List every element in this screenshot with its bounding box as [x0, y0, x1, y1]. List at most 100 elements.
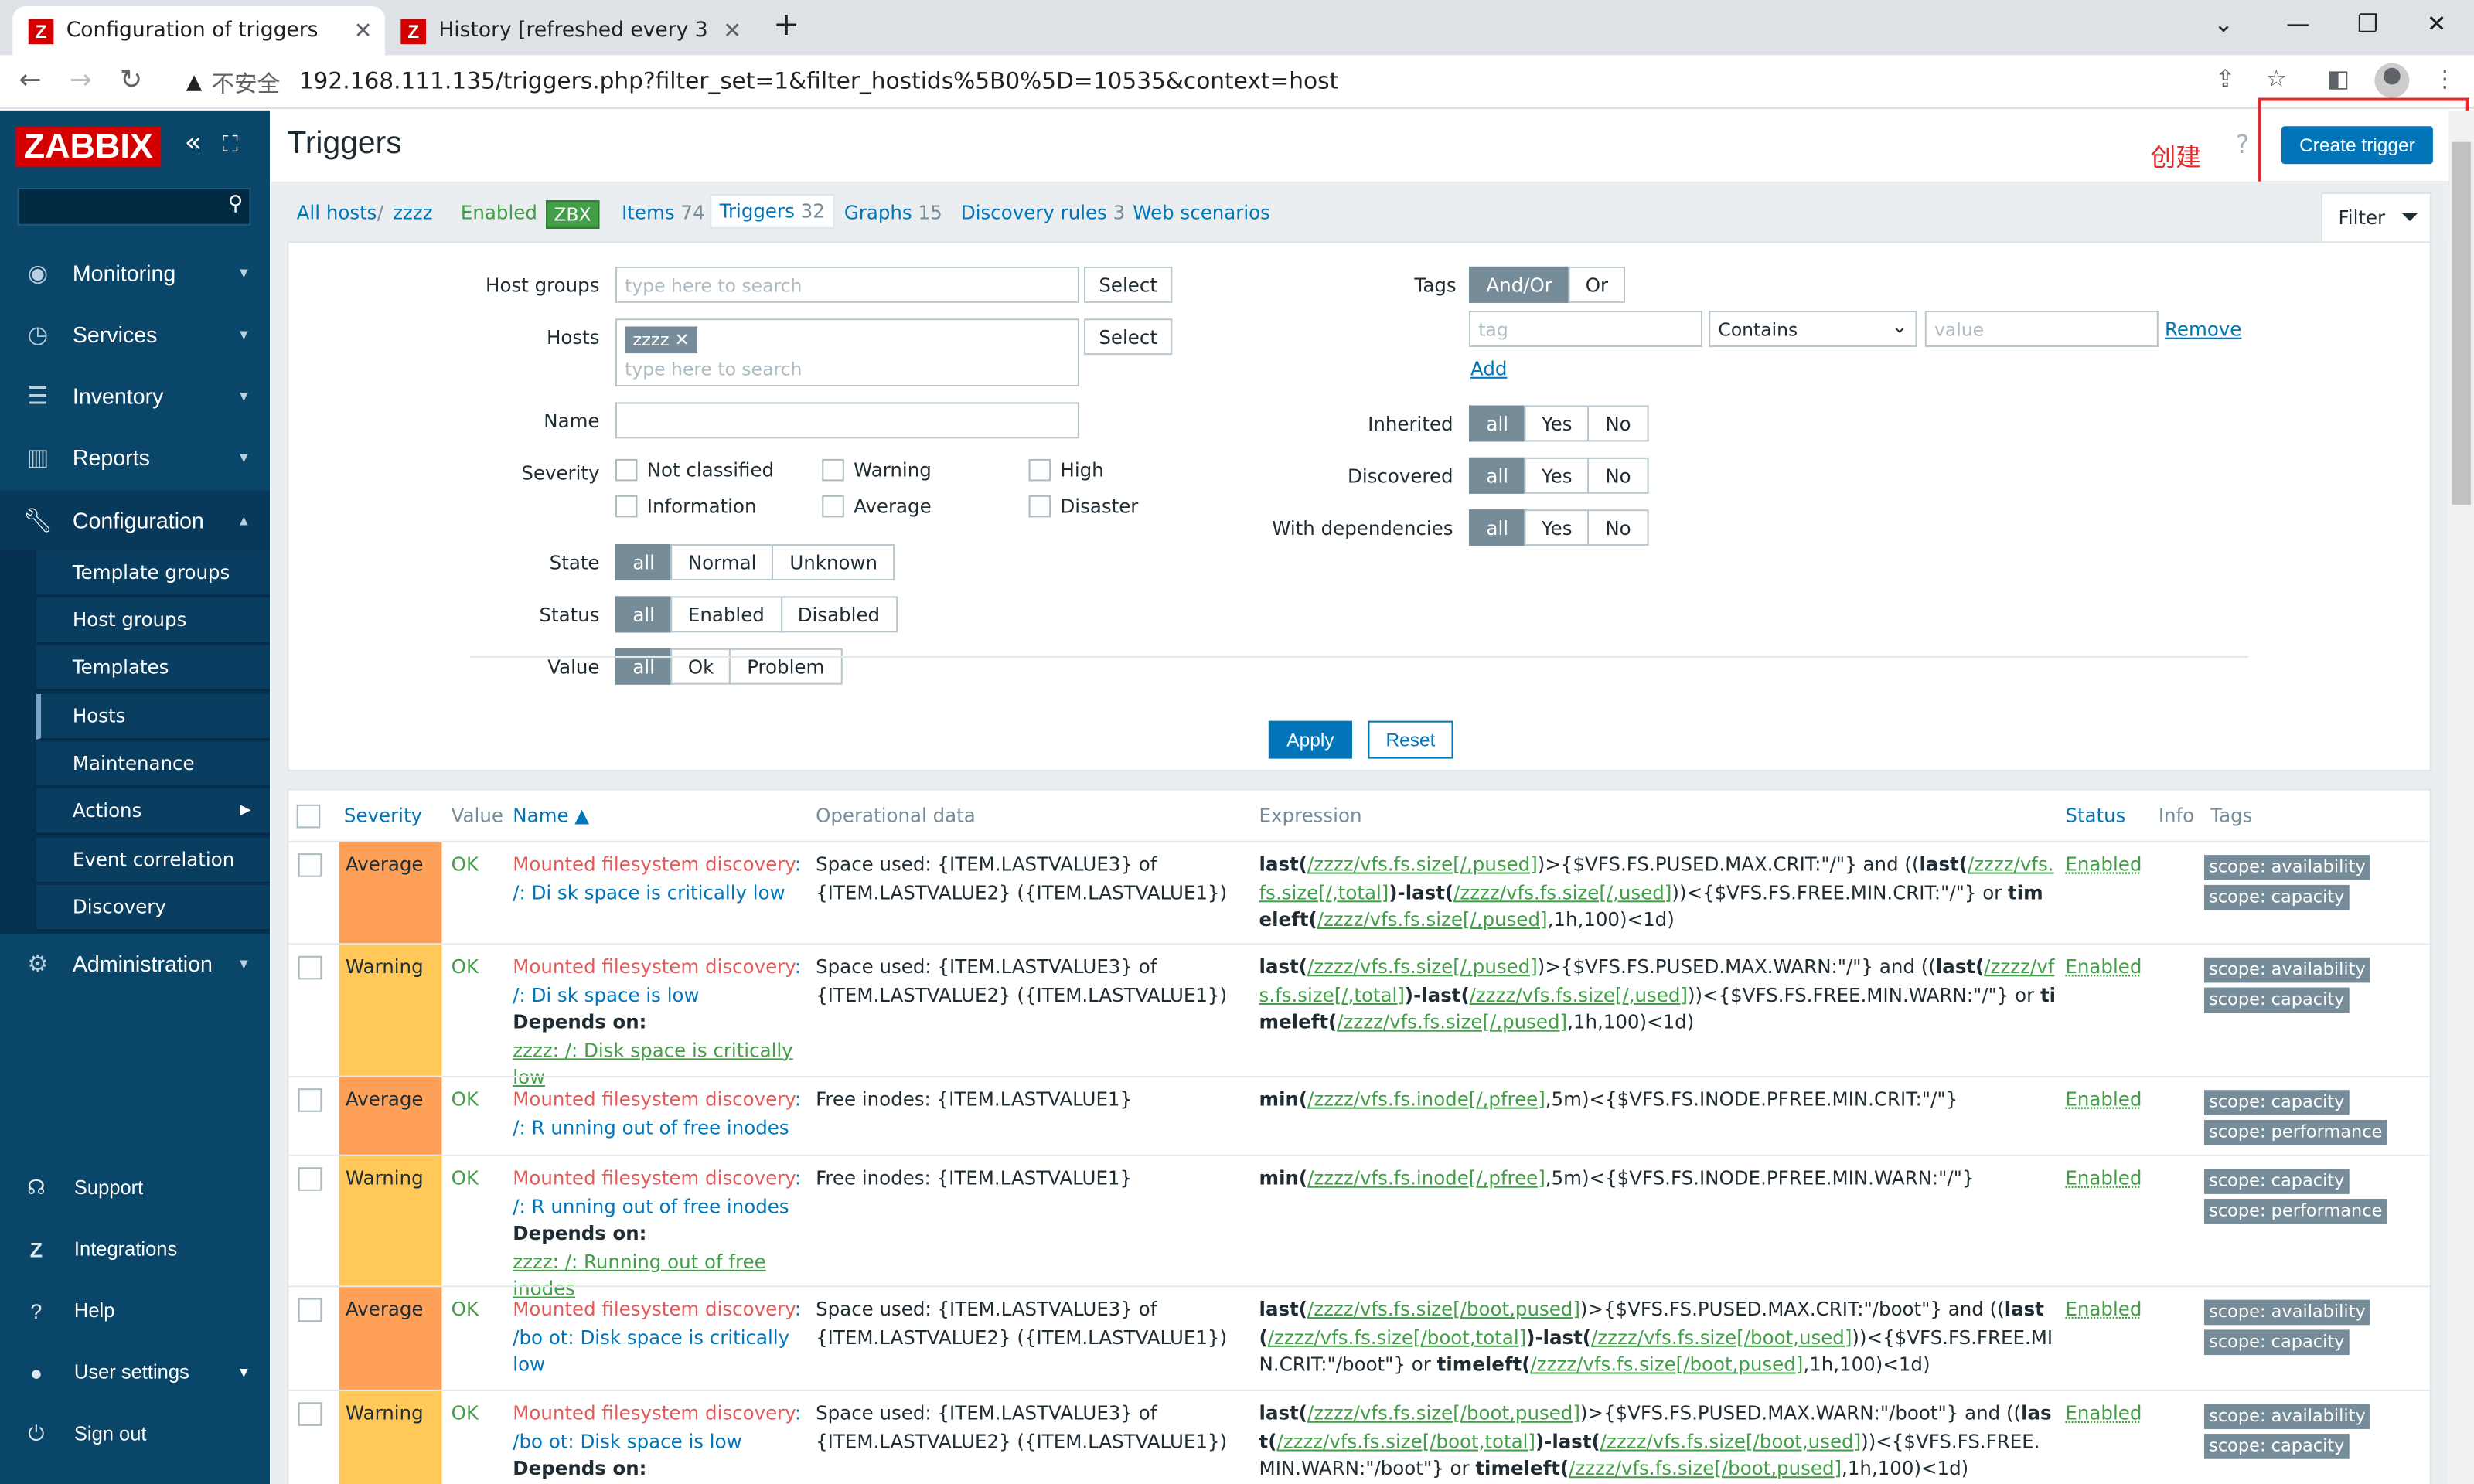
expression-item-link[interactable]: /zzzz/vfs.fs.size[/,used]	[1453, 881, 1671, 904]
menu-configuration[interactable]: 🔧︎ Configuration ▲	[0, 490, 270, 551]
tag-badge[interactable]: scope: capacity	[2203, 1434, 2350, 1459]
status-toggle[interactable]: Enabled	[2065, 852, 2142, 880]
discovery-rule-link[interactable]: Mounted filesystem discovery	[513, 1088, 795, 1111]
collapse-sidebar-icon[interactable]: «	[185, 126, 202, 159]
select-all-checkbox[interactable]	[296, 790, 321, 840]
remove-tag-link[interactable]: Remove	[2165, 318, 2241, 341]
expression-item-link[interactable]: /zzzz/vfs.fs.size[/boot,total]	[1268, 1326, 1526, 1348]
col-severity[interactable]: Severity	[344, 790, 422, 840]
discovery-rule-link[interactable]: Mounted filesystem discovery	[513, 1167, 795, 1190]
severity-average-checkbox[interactable]: Average	[822, 495, 932, 518]
expression-item-link[interactable]: /zzzz/vfs.fs.size[/boot,total]	[1276, 1430, 1535, 1452]
row-checkbox[interactable]	[298, 853, 322, 877]
menu-monitoring[interactable]: ◉ Monitoring ▼	[0, 243, 270, 303]
share-icon[interactable]: ⇪	[2215, 65, 2235, 94]
status-toggle[interactable]: Enabled	[2065, 1166, 2142, 1193]
tab-search-icon[interactable]: ⌄	[2213, 9, 2234, 38]
value-problem[interactable]: Problem	[729, 648, 842, 685]
new-tab-icon[interactable]: +	[773, 5, 799, 43]
restore-icon[interactable]: ❐	[2357, 9, 2378, 38]
expression-item-link[interactable]: /zzzz/vfs.fs.size[/,pused]	[1307, 956, 1538, 979]
state-normal[interactable]: Normal	[670, 544, 774, 581]
help-icon[interactable]: ?	[2236, 129, 2249, 159]
discovered-all[interactable]: all	[1468, 457, 1526, 494]
severity-high-checkbox[interactable]: High	[1028, 458, 1104, 482]
back-icon[interactable]: ←	[19, 65, 41, 97]
menu-integrations[interactable]: Z Integrations	[0, 1227, 270, 1271]
expression-item-link[interactable]: /zzzz/vfs.fs.size[/,pused]	[1307, 853, 1538, 876]
submenu-template-groups[interactable]: Template groups	[36, 550, 270, 597]
name-input[interactable]	[615, 402, 1079, 439]
expression-item-link[interactable]: /zzzz/vfs.fs.size[/boot,used]	[1600, 1430, 1861, 1452]
submenu-hosts[interactable]: Hosts	[36, 693, 270, 740]
tab-triggers[interactable]: Triggers 32	[710, 194, 835, 229]
discovery-rules-link[interactable]: Discovery rules 3	[961, 202, 1125, 224]
submenu-host-groups[interactable]: Host groups	[36, 597, 270, 644]
state-unknown[interactable]: Unknown	[772, 544, 895, 581]
status-toggle[interactable]: Enabled	[2065, 1297, 2142, 1325]
tags-or[interactable]: Or	[1568, 266, 1626, 303]
host-groups-select-button[interactable]: Select	[1084, 266, 1173, 303]
web-scenarios-link[interactable]: Web scenarios	[1133, 202, 1270, 224]
tag-badge[interactable]: scope: availability	[2203, 1404, 2370, 1429]
tag-badge[interactable]: scope: availability	[2203, 855, 2370, 880]
remove-chip-icon[interactable]: ✕	[675, 330, 690, 351]
dependencies-all[interactable]: all	[1468, 509, 1526, 546]
expression-item-link[interactable]: /zzzz/vfs.fs.size[/boot,pused]	[1307, 1402, 1580, 1424]
severity-not-classified-checkbox[interactable]: Not classified	[615, 458, 774, 482]
discovery-rule-link[interactable]: Mounted filesystem discovery	[513, 1298, 795, 1321]
browser-tab-active[interactable]: Z Configuration of triggers ✕	[12, 6, 385, 56]
expression-item-link[interactable]: /zzzz/vfs.fs.size[/boot,pused]	[1307, 1298, 1580, 1321]
severity-disaster-checkbox[interactable]: Disaster	[1028, 495, 1138, 518]
row-checkbox[interactable]	[298, 1298, 322, 1322]
close-window-icon[interactable]: ✕	[2427, 9, 2447, 38]
row-checkbox[interactable]	[298, 1167, 322, 1191]
dependencies-no[interactable]: No	[1587, 509, 1649, 546]
status-disabled[interactable]: Disabled	[780, 596, 898, 633]
expression-item-link[interactable]: /zzzz/vfs.fs.inode[/,pfree]	[1307, 1088, 1545, 1111]
status-toggle[interactable]: Enabled	[2065, 955, 2142, 982]
expression-item-link[interactable]: /zzzz/vfs.fs.size[/boot,pused]	[1530, 1353, 1803, 1376]
all-hosts-link[interactable]: All hosts	[297, 202, 377, 224]
row-checkbox[interactable]	[298, 955, 322, 980]
apply-button[interactable]: Apply	[1268, 720, 1352, 759]
tag-badge[interactable]: scope: capacity	[2203, 884, 2350, 910]
discovery-rule-link[interactable]: Mounted filesystem discovery	[513, 956, 795, 979]
items-link[interactable]: Items 74	[622, 202, 705, 224]
submenu-templates[interactable]: Templates	[36, 645, 270, 691]
side-panel-icon[interactable]: ◧	[2327, 65, 2350, 94]
kiosk-mode-icon[interactable]: ⛶	[223, 132, 238, 158]
profile-avatar[interactable]: ●	[2374, 63, 2410, 98]
discovered-yes[interactable]: Yes	[1524, 457, 1590, 494]
status-enabled[interactable]: Enabled	[670, 596, 782, 633]
menu-inventory[interactable]: ☰ Inventory ▼	[0, 366, 270, 426]
reset-button[interactable]: Reset	[1368, 720, 1453, 759]
col-status[interactable]: Status	[2065, 790, 2125, 840]
tag-badge[interactable]: scope: availability	[2203, 957, 2370, 983]
menu-support[interactable]: ☊ Support	[0, 1166, 270, 1210]
submenu-maintenance[interactable]: Maintenance	[36, 741, 270, 788]
inherited-all[interactable]: all	[1468, 405, 1526, 442]
sidebar-search-input[interactable]: ⚲	[17, 187, 251, 226]
filter-tab[interactable]: Filter ⏷	[2321, 192, 2431, 242]
tag-badge[interactable]: scope: capacity	[2203, 1169, 2350, 1194]
inherited-yes[interactable]: Yes	[1524, 405, 1590, 442]
dependencies-yes[interactable]: Yes	[1524, 509, 1590, 546]
expression-item-link[interactable]: /zzzz/vfs.fs.size[/,used]	[1470, 983, 1688, 1006]
scrollbar-thumb[interactable]	[2452, 141, 2471, 505]
url-field[interactable]: ▲ 不安全 192.168.111.135/triggers.php?filte…	[170, 62, 2316, 103]
tag-badge[interactable]: scope: capacity	[2203, 987, 2350, 1013]
inherited-no[interactable]: No	[1587, 405, 1649, 442]
discovered-no[interactable]: No	[1587, 457, 1649, 494]
host-groups-input[interactable]: type here to search	[615, 266, 1079, 303]
tag-badge[interactable]: scope: capacity	[2203, 1329, 2350, 1356]
expression-item-link[interactable]: /zzzz/vfs.fs.size[/boot,pused]	[1569, 1458, 1842, 1480]
discovery-rule-link[interactable]: Mounted filesystem discovery	[513, 1402, 795, 1424]
page-scrollbar[interactable]	[2448, 110, 2474, 1484]
tag-badge[interactable]: scope: performance	[2203, 1119, 2387, 1145]
close-tab-icon[interactable]: ✕	[354, 18, 373, 43]
tag-badge[interactable]: scope: availability	[2203, 1299, 2370, 1326]
col-name[interactable]: Name ▲	[513, 790, 589, 840]
close-tab-icon[interactable]: ✕	[723, 18, 741, 43]
expression-item-link[interactable]: /zzzz/vfs.fs.size[/,pused]	[1337, 1011, 1567, 1033]
